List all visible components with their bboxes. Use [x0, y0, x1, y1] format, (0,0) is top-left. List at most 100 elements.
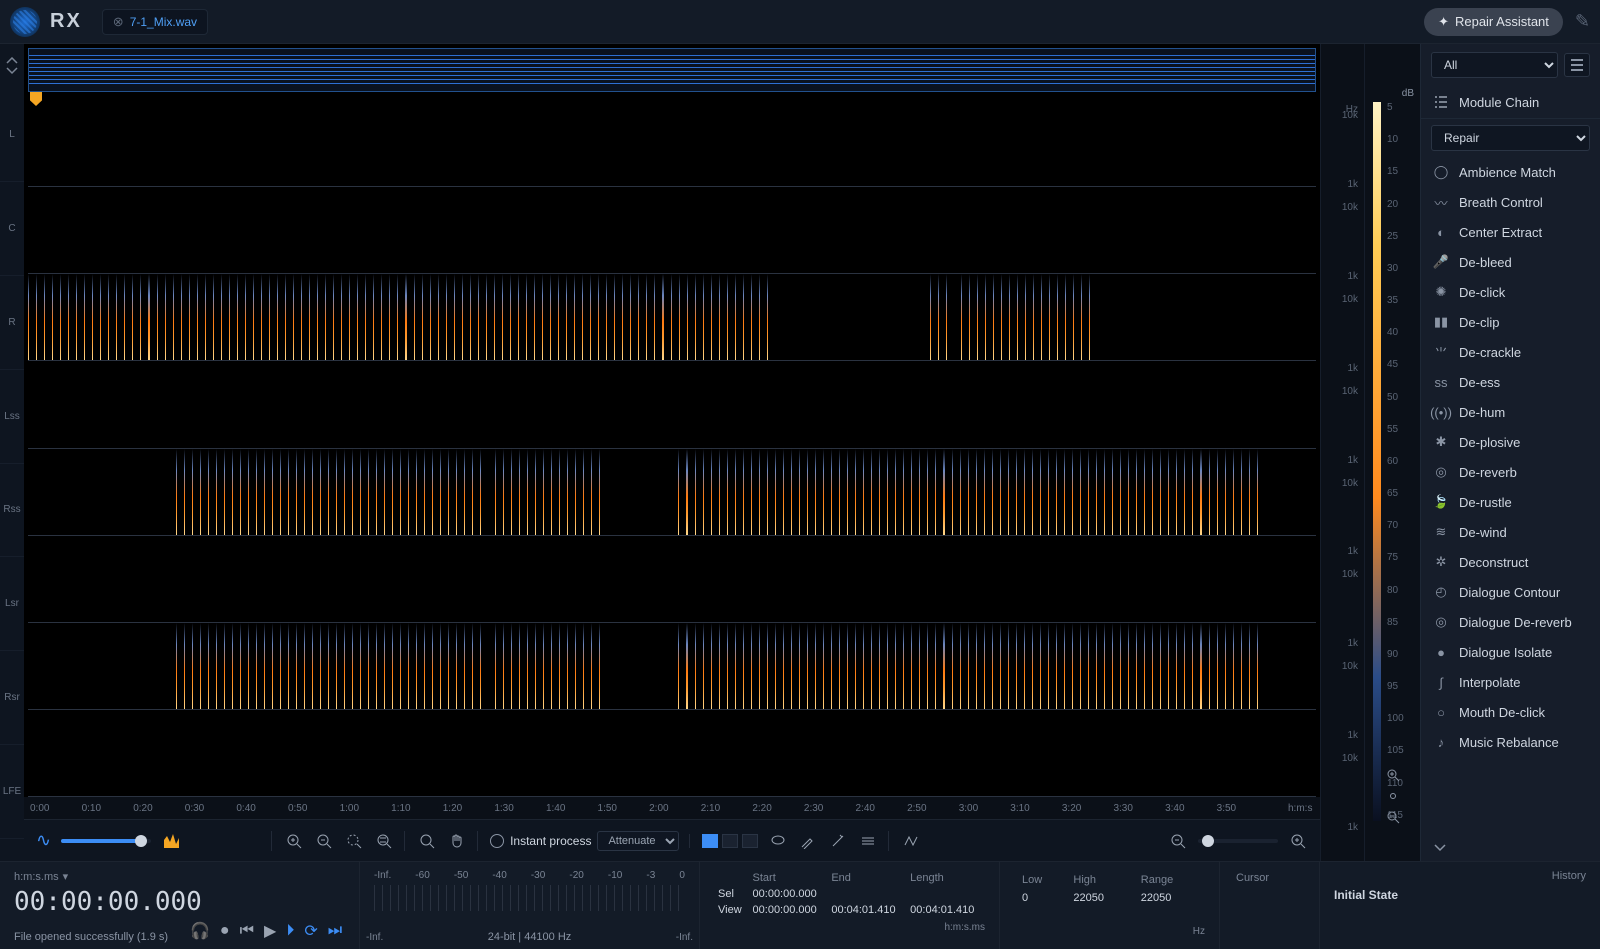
timefreq-selection-tool[interactable] [722, 834, 738, 848]
module-de-clip[interactable]: ▮▮De-clip [1421, 307, 1600, 337]
zoom-in-icon[interactable] [284, 831, 304, 851]
waveform-spectrogram-blend-slider[interactable] [61, 839, 151, 843]
instant-process-mode-select[interactable]: Attenuate [597, 831, 679, 851]
module-dialogue-de-reverb[interactable]: ◎Dialogue De-reverb [1421, 607, 1600, 637]
channel-label[interactable]: LFE [0, 745, 24, 839]
time-selection-tool[interactable] [702, 834, 718, 848]
freq-tick-10k: 10k [1342, 294, 1358, 305]
headphones-icon[interactable]: 🎧 [190, 921, 210, 941]
module-de-reverb[interactable]: ◎De-reverb [1421, 457, 1600, 487]
module-icon: ⺌ [1433, 344, 1449, 360]
channel-label[interactable]: R [0, 276, 24, 370]
zoom-out-h-icon[interactable] [1168, 831, 1188, 851]
channel-label[interactable]: C [0, 182, 24, 276]
db-zoom-in-icon[interactable] [1383, 765, 1403, 785]
time-format-label[interactable]: h:m:s.ms [14, 871, 59, 883]
wand-tool-icon[interactable] [828, 831, 848, 851]
lasso-tool-icon[interactable] [768, 831, 788, 851]
instant-process-toggle[interactable] [490, 834, 504, 848]
module-de-hum[interactable]: ((•))De-hum [1421, 397, 1600, 427]
zoom-slider[interactable] [1198, 839, 1278, 843]
db-tick: 85 [1387, 617, 1416, 628]
module-de-rustle[interactable]: 🍃De-rustle [1421, 487, 1600, 517]
module-deconstruct[interactable]: ✲Deconstruct [1421, 547, 1600, 577]
loop-button[interactable]: ⟳ [304, 921, 317, 941]
zoom-in-h-icon[interactable] [1288, 831, 1308, 851]
module-de-crackle[interactable]: ⺌De-crackle [1421, 337, 1600, 367]
module-dialogue-isolate[interactable]: ●Dialogue Isolate [1421, 637, 1600, 667]
module-breath-control[interactable]: 〰Breath Control [1421, 187, 1600, 217]
spectrogram-track[interactable] [28, 361, 1316, 448]
play-button[interactable]: ▶ [264, 921, 276, 941]
channel-label[interactable]: L [0, 88, 24, 182]
zoom-tool-icon[interactable] [417, 831, 437, 851]
freq-tick-1k: 1k [1347, 546, 1358, 557]
module-de-bleed[interactable]: 🎤De-bleed [1421, 247, 1600, 277]
module-icon: ▮▮ [1433, 314, 1449, 330]
col-length: Length [906, 870, 985, 886]
record-button[interactable]: ● [220, 922, 230, 940]
waveform-view-icon[interactable]: ∿ [36, 830, 51, 851]
harmonics-tool-icon[interactable] [901, 831, 921, 851]
tracks[interactable] [28, 100, 1316, 797]
module-interpolate[interactable]: ∫Interpolate [1421, 667, 1600, 697]
zoom-selection-icon[interactable] [344, 831, 364, 851]
spectrogram-track[interactable] [28, 710, 1316, 797]
db-tick: 90 [1387, 649, 1416, 660]
module-label: Mouth De-click [1459, 705, 1545, 720]
module-de-wind[interactable]: ≋De-wind [1421, 517, 1600, 547]
play-selection-button[interactable]: ⏵ [286, 922, 294, 940]
spectrogram-track[interactable] [28, 100, 1316, 187]
module-label: De-plosive [1459, 435, 1520, 450]
meter-tick: 0 [679, 870, 685, 881]
module-chain-button[interactable]: Module Chain [1421, 86, 1600, 119]
brush-tool-icon[interactable] [798, 831, 818, 851]
spectrogram-track[interactable] [28, 274, 1316, 361]
sidebar-menu-button[interactable] [1564, 53, 1590, 77]
wand-icon[interactable]: ✎ [1575, 11, 1590, 32]
db-zoom-out-icon[interactable] [1383, 807, 1403, 827]
module-label: Dialogue De-reverb [1459, 615, 1572, 630]
spectrogram-view-icon[interactable] [161, 830, 183, 852]
editor-area[interactable]: 0:000:100:200:300:400:501:001:101:201:30… [24, 44, 1320, 861]
repair-assistant-button[interactable]: ✦ Repair Assistant [1424, 8, 1563, 36]
db-tick: 5 [1387, 102, 1416, 113]
channel-label[interactable]: Lss [0, 370, 24, 464]
hand-tool-icon[interactable] [447, 831, 467, 851]
freq-selection-tool[interactable] [742, 834, 758, 848]
module-dialogue-contour[interactable]: ◴Dialogue Contour [1421, 577, 1600, 607]
skip-back-button[interactable]: ⏮ [240, 922, 254, 940]
cursor-readout: Cursor [1220, 862, 1320, 949]
spectrogram-track[interactable] [28, 536, 1316, 623]
file-tab[interactable]: ⊗ 7-1_Mix.wav [102, 9, 208, 35]
db-scale-handle[interactable] [1390, 793, 1396, 799]
history-initial-state[interactable]: Initial State [1334, 888, 1398, 902]
collapse-toggles[interactable] [0, 44, 24, 88]
module-icon: 🍃 [1433, 494, 1449, 510]
overview-strip[interactable] [28, 48, 1316, 92]
module-de-click[interactable]: ✺De-click [1421, 277, 1600, 307]
skip-forward-button[interactable]: ⏭ [328, 922, 342, 940]
module-center-extract[interactable]: ◐Center Extract [1421, 217, 1600, 247]
scroll-down-icon[interactable] [1421, 839, 1600, 861]
spectrogram-track[interactable] [28, 187, 1316, 274]
module-ambience-match[interactable]: ◯Ambience Match [1421, 157, 1600, 187]
close-tab-icon[interactable]: ⊗ [113, 14, 124, 30]
zoom-out-icon[interactable] [314, 831, 334, 851]
channel-label[interactable]: Rsr [0, 651, 24, 745]
module-mouth-de-click[interactable]: ○Mouth De-click [1421, 697, 1600, 727]
channel-label[interactable]: Lsr [0, 557, 24, 651]
module-icon: ≋ [1433, 524, 1449, 540]
module-category-select[interactable]: Repair [1431, 125, 1590, 151]
spectrogram-track[interactable] [28, 449, 1316, 536]
module-filter-select[interactable]: All [1431, 52, 1558, 78]
find-similar-icon[interactable] [858, 831, 878, 851]
dropdown-icon[interactable]: ▾ [63, 870, 69, 883]
spectrogram-track[interactable] [28, 623, 1316, 710]
zoom-fit-icon[interactable] [374, 831, 394, 851]
timeline[interactable]: 0:000:100:200:300:400:501:001:101:201:30… [24, 797, 1320, 819]
channel-label[interactable]: Rss [0, 464, 24, 558]
module-de-plosive[interactable]: ✱De-plosive [1421, 427, 1600, 457]
module-music-rebalance[interactable]: ♪Music Rebalance [1421, 727, 1600, 757]
module-de-ess[interactable]: ssDe-ess [1421, 367, 1600, 397]
